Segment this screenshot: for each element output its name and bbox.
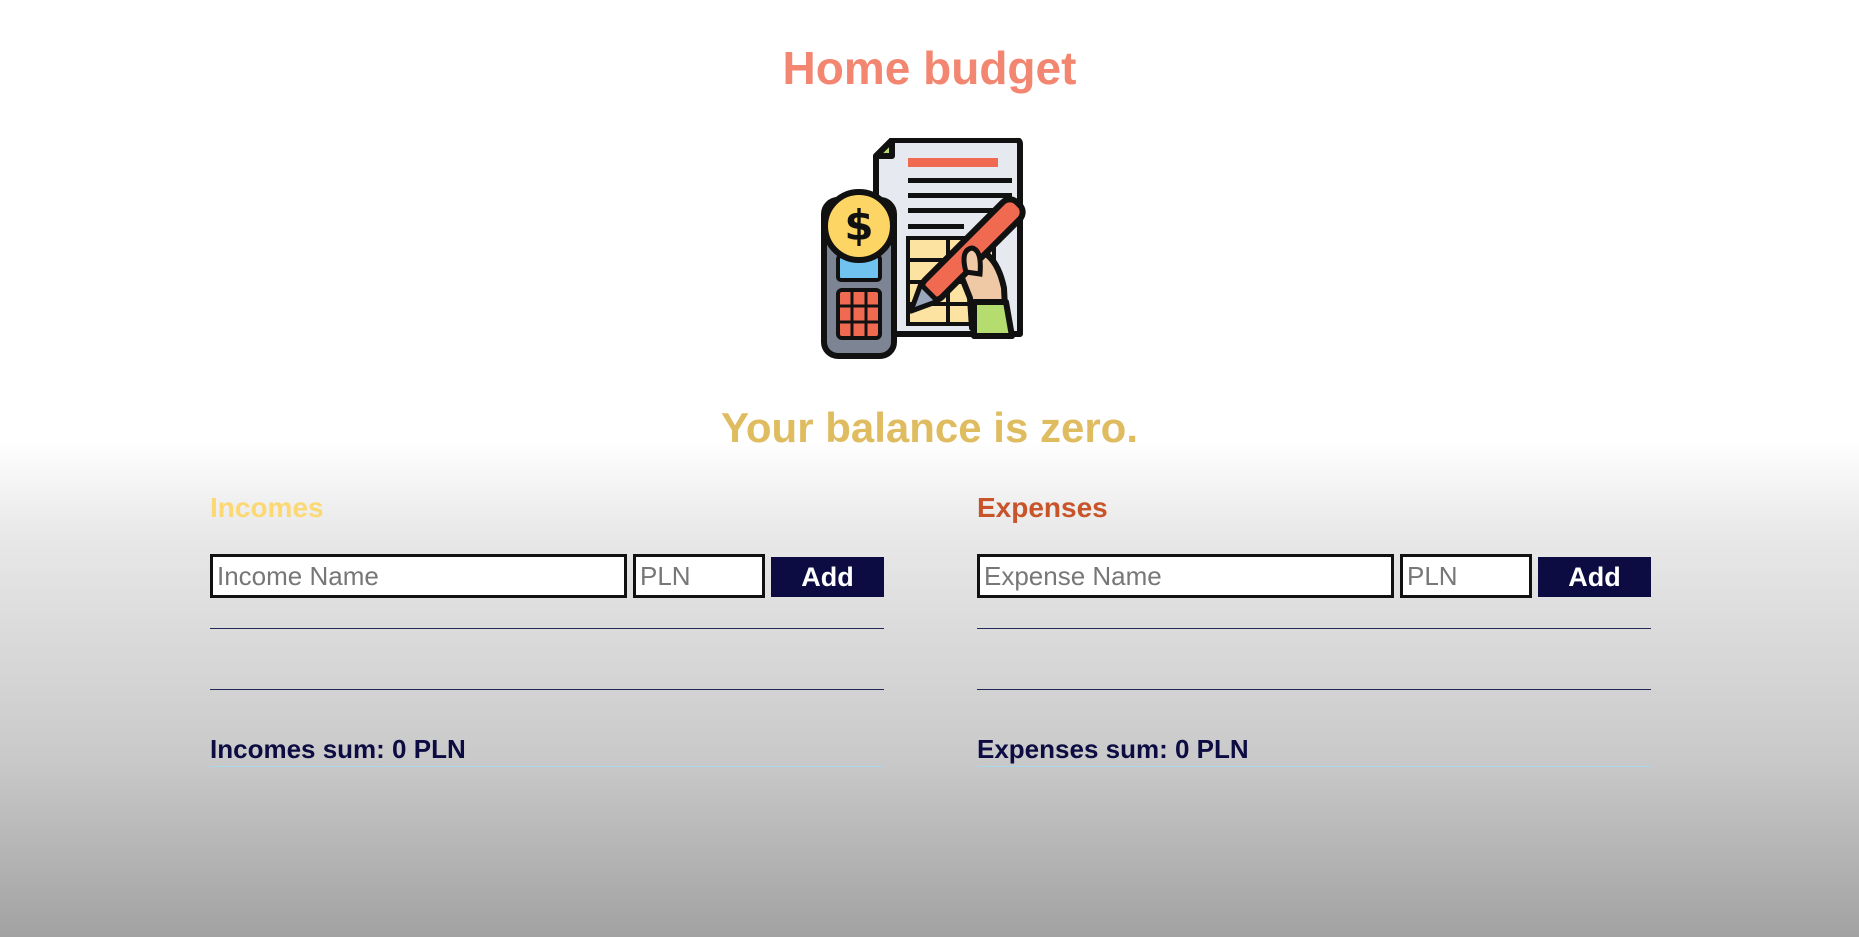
expense-form: Add: [977, 554, 1651, 598]
income-form: Add: [210, 554, 884, 598]
page-title: Home budget: [782, 42, 1077, 94]
expenses-heading: Expenses: [977, 492, 1108, 523]
expense-name-input[interactable]: [977, 554, 1394, 598]
add-expense-button[interactable]: Add: [1538, 557, 1651, 597]
budget-calculator-icon: $: [821, 138, 1026, 359]
expenses-section: Expenses Add Expenses sum: 0 PLN: [977, 488, 1651, 767]
balance-message: Your balance is zero.: [720, 404, 1139, 451]
incomes-section: Incomes Add Incomes sum: 0 PLN: [210, 488, 884, 767]
income-list: [210, 628, 884, 690]
incomes-sum: Incomes sum: 0 PLN: [210, 732, 884, 767]
expense-amount-input[interactable]: [1400, 554, 1532, 598]
expense-list: [977, 628, 1651, 690]
incomes-heading: Incomes: [210, 492, 324, 523]
income-name-input[interactable]: [210, 554, 627, 598]
add-income-button[interactable]: Add: [771, 557, 884, 597]
expenses-sum: Expenses sum: 0 PLN: [977, 732, 1651, 767]
svg-text:$: $: [844, 201, 873, 250]
income-amount-input[interactable]: [633, 554, 765, 598]
